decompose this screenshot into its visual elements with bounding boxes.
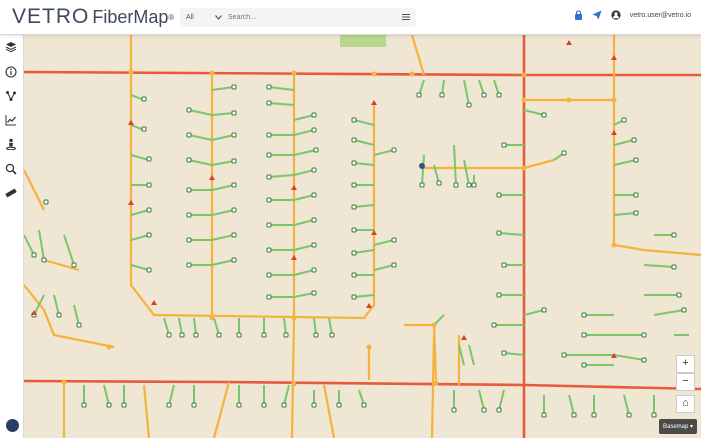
sidebar [0, 35, 24, 438]
lock-icon[interactable] [574, 10, 583, 20]
zoom-in-button[interactable]: + [676, 355, 695, 373]
home-extent-button[interactable]: ⌂ [676, 395, 695, 413]
help-chat-icon[interactable] [6, 419, 19, 432]
send-icon[interactable] [592, 10, 602, 20]
map-canvas[interactable]: + − ⌂ Basemap ▾ [24, 35, 701, 438]
menu-icon[interactable] [402, 12, 410, 22]
basemap-button[interactable]: Basemap ▾ [659, 419, 697, 434]
user-location-icon[interactable] [5, 138, 17, 150]
header-actions: vetro.user@vetro.io [574, 10, 691, 20]
user-account-icon[interactable] [611, 10, 621, 20]
zoom-out-button[interactable]: − [676, 373, 695, 391]
user-email[interactable]: vetro.user@vetro.io [630, 12, 691, 19]
search-scope-select[interactable]: All [180, 14, 228, 21]
logo-text: VETRO [12, 5, 90, 28]
logo-registered: ® [168, 12, 175, 22]
app-logo[interactable]: VETRO FiberMap ® [12, 4, 174, 30]
hub-node [419, 163, 425, 169]
logo-product: FiberMap [92, 6, 169, 27]
zoom-search-icon[interactable] [5, 163, 17, 175]
search-bar: All [180, 8, 416, 27]
chart-icon[interactable] [5, 114, 17, 126]
search-scope-value: All [186, 14, 194, 21]
layers-icon[interactable] [5, 41, 17, 53]
park-area [340, 35, 386, 47]
search-input[interactable] [228, 14, 388, 21]
map-layer[interactable] [24, 35, 701, 438]
chevron-down-icon [215, 15, 222, 20]
network-icon[interactable] [5, 90, 17, 102]
info-icon[interactable] [5, 66, 17, 78]
measure-icon[interactable] [5, 187, 17, 199]
top-bar: VETRO FiberMap ® All vetro.user@vetro.io [0, 0, 701, 35]
